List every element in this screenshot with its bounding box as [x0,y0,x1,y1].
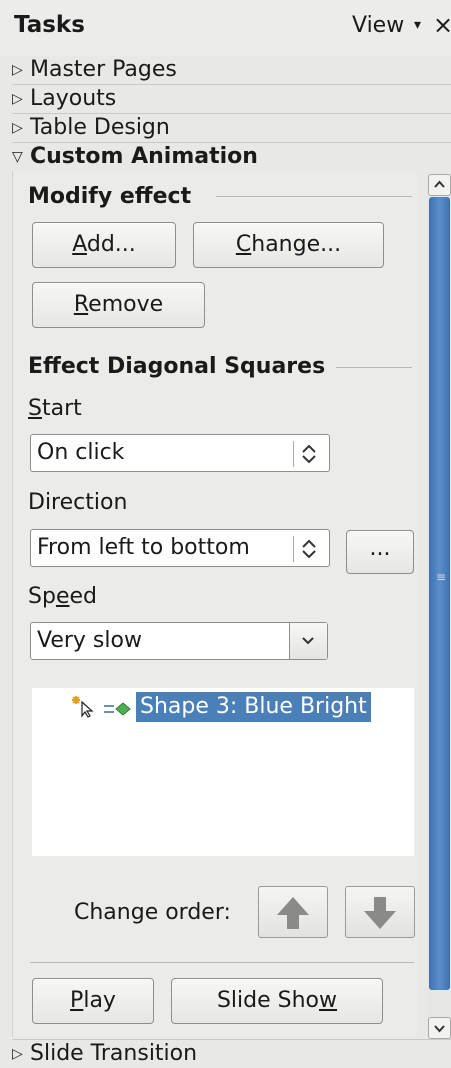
group-separator [216,196,412,197]
spin-arrows-icon[interactable] [293,536,324,562]
collapse-arrow-icon: ▽ [12,149,23,165]
speed-label: Speed [28,584,97,609]
list-item[interactable]: Shape 3: Blue Bright [136,692,371,722]
deck-slide-transition[interactable]: ▷ Slide Transition [12,1040,451,1068]
move-down-button[interactable] [345,886,415,938]
direction-label: Direction [28,490,128,515]
move-up-button[interactable] [258,886,328,938]
change-button[interactable]: Change... [193,222,384,268]
modify-effect-heading: Modify effect [28,184,192,209]
on-click-effect-icon [70,694,100,722]
start-select[interactable]: On click [30,434,330,472]
play-button[interactable]: Play [32,978,154,1024]
expand-arrow-icon: ▷ [12,120,23,136]
deck-master-pages[interactable]: ▷ Master Pages [12,56,451,84]
chevron-up-icon [434,180,445,188]
slide-show-button[interactable]: Slide Show [171,978,383,1024]
effect-options-button[interactable]: ... [346,530,414,574]
start-label: Start [28,396,82,421]
chevron-down-icon [434,1025,445,1033]
chevron-down-icon[interactable] [289,623,327,659]
spin-arrows-icon[interactable] [293,441,324,467]
remove-button[interactable]: Remove [32,282,205,328]
deck-layouts[interactable]: ▷ Layouts [12,85,451,113]
expand-arrow-icon: ▷ [12,1046,23,1062]
arrow-down-icon [364,897,396,929]
arrow-up-icon [277,897,309,929]
direction-select[interactable]: From left to bottom [30,529,330,567]
deck-table-design[interactable]: ▷ Table Design [12,114,451,142]
expand-arrow-icon: ▷ [12,62,23,78]
scroll-up-button[interactable] [428,174,451,196]
expand-arrow-icon: ▷ [12,91,23,107]
view-menu-button[interactable]: View [352,13,404,38]
task-pane-title: Tasks [14,12,85,38]
group-separator [336,367,412,368]
view-dropdown-icon[interactable]: ▾ [414,17,421,33]
scroll-grip-icon: ≡ [436,570,447,584]
scroll-down-button[interactable] [428,1017,451,1039]
add-button[interactable]: Add... [32,222,176,268]
deck-custom-animation[interactable]: ▽ Custom Animation [12,143,451,171]
footer-separator [30,962,414,963]
close-icon[interactable]: × [433,11,451,39]
speed-select[interactable]: Very slow [30,622,328,660]
entrance-effect-icon [104,700,132,722]
effect-heading: Effect Diagonal Squares [28,354,326,379]
scrollbar-thumb[interactable] [429,197,450,990]
change-order-label: Change order: [74,900,231,925]
